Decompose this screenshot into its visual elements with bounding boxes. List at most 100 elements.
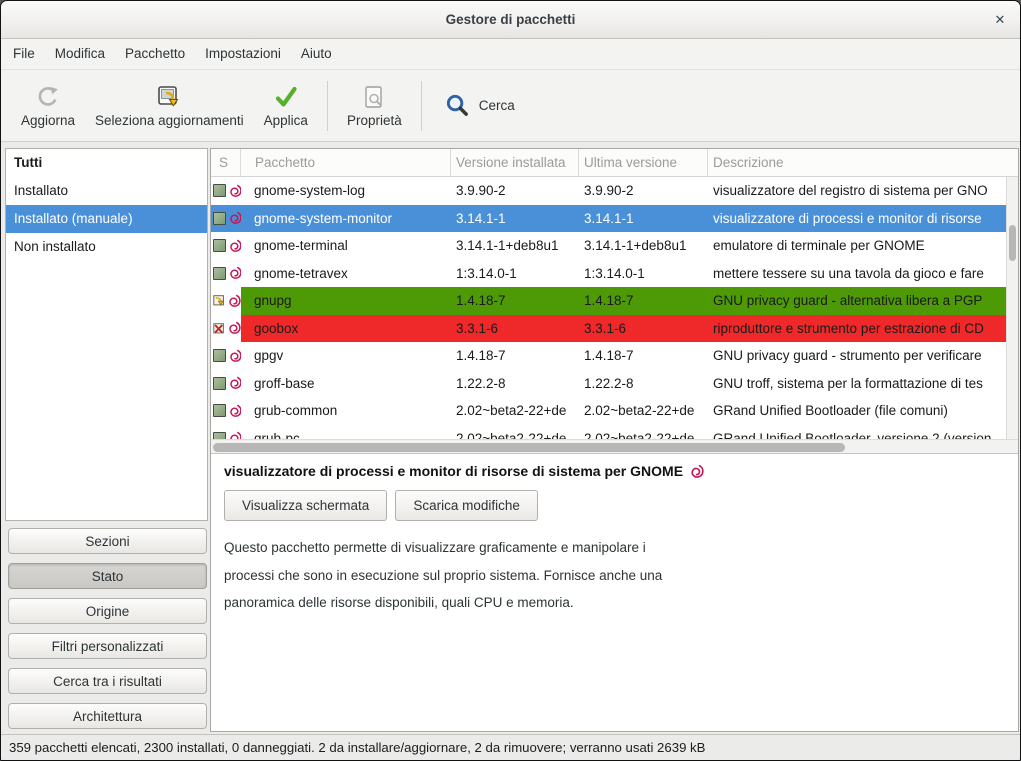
table-row[interactable]: groff-base 1.22.2-8 1.22.2-8 GNU troff, … (211, 370, 1006, 398)
latest-version-cell: 1.4.18-7 (579, 342, 708, 370)
installed-status-icon (213, 212, 226, 225)
latest-version-cell: 3.14.1-1+deb8u1 (579, 232, 708, 260)
table-row[interactable]: gnome-tetravex 1:3.14.0-1 1:3.14.0-1 met… (211, 260, 1006, 288)
status-cell (211, 370, 241, 398)
horizontal-scrollbar[interactable] (211, 439, 1018, 454)
sidebar-filter-button[interactable]: Stato (8, 563, 207, 589)
menu-item[interactable]: Impostazioni (195, 39, 291, 69)
table-body: gnome-system-log 3.9.90-2 3.9.90-2 visua… (211, 177, 1018, 439)
marked-upgrade-status-icon (213, 293, 225, 308)
table-row[interactable]: grub-common 2.02~beta2-22+de 2.02~beta2-… (211, 397, 1006, 425)
description-cell: GRand Unified Bootloader (file comuni) (708, 397, 1006, 425)
view-screenshot-button[interactable]: Visualizza schermata (224, 490, 387, 521)
sidebar-buttons: Sezioni Stato Origine Filtri personalizzati… (8, 528, 207, 738)
installed-version-cell: 3.3.1-6 (451, 315, 579, 343)
properties-icon (361, 84, 387, 110)
mark-upgrades-icon (156, 84, 182, 110)
properties-label: Proprietà (347, 113, 402, 128)
details-title-row: visualizzatore di processi e monitor di … (224, 463, 1008, 479)
details-panel: visualizzatore di processi e monitor di … (211, 454, 1018, 731)
debian-swirl-icon (228, 404, 241, 418)
sidebar-filter-button[interactable]: Cerca tra i risultati (8, 668, 207, 694)
installed-version-cell: 1.22.2-8 (451, 370, 579, 398)
latest-version-cell: 1.22.2-8 (579, 370, 708, 398)
column-header-package[interactable]: Pacchetto (241, 149, 451, 176)
menu-item[interactable]: File (3, 39, 45, 69)
installed-status-icon (213, 377, 226, 390)
description-cell: emulatore di terminale per GNOME (708, 232, 1006, 260)
filter-item[interactable]: Tutti (6, 149, 207, 177)
filter-item[interactable]: Installato (manuale) (6, 205, 207, 233)
table-row[interactable]: goobox 3.3.1-6 3.3.1-6 riproduttore e st… (211, 315, 1006, 343)
column-header-description[interactable]: Descrizione (708, 149, 1018, 176)
filter-item[interactable]: Non installato (6, 233, 207, 261)
installed-version-cell: 1:3.14.0-1 (451, 260, 579, 288)
column-header-status[interactable]: S (211, 149, 241, 176)
package-pane: S Pacchetto Versione installata Ultima v… (210, 148, 1019, 732)
status-cell (211, 205, 241, 233)
debian-swirl-icon (689, 464, 704, 479)
debian-swirl-icon (228, 266, 241, 280)
description-cell: visualizzatore del registro di sistema p… (708, 177, 1006, 205)
description-cell: GNU troff, sistema per la formattazione … (708, 370, 1006, 398)
table-row[interactable]: gnome-system-monitor 3.14.1-1 3.14.1-1 v… (211, 205, 1006, 233)
search-icon (445, 93, 470, 118)
description-cell: visualizzatore di processi e monitor di … (708, 205, 1006, 233)
toolbar: Aggiorna Seleziona aggiornamenti Applica (1, 70, 1020, 142)
latest-version-cell: 1:3.14.0-1 (579, 260, 708, 288)
download-changelog-button[interactable]: Scarica modifiche (395, 490, 538, 521)
latest-version-cell: 1.4.18-7 (579, 287, 708, 315)
apply-label: Applica (264, 113, 308, 128)
description-cell: GRand Unified Bootloader, versione 2 (ve… (708, 425, 1006, 440)
column-header-installed-version[interactable]: Versione installata (451, 149, 579, 176)
mark-all-upgrades-button[interactable]: Seleziona aggiornamenti (85, 80, 254, 132)
vertical-scrollbar[interactable] (1006, 177, 1018, 439)
status-cell (211, 315, 241, 343)
menu-item[interactable]: Modifica (45, 39, 115, 69)
latest-version-cell: 3.9.90-2 (579, 177, 708, 205)
installed-version-cell: 3.14.1-1 (451, 205, 579, 233)
sidebar-filter-button[interactable]: Origine (8, 598, 207, 624)
close-icon[interactable]: ✕ (990, 10, 1010, 30)
installed-status-icon (213, 349, 226, 362)
package-name-cell: groff-base (241, 370, 451, 398)
package-name-cell: gnome-system-log (241, 177, 451, 205)
latest-version-cell: 2.02~beta2-22+de (579, 397, 708, 425)
package-manager-window: Gestore di pacchetti ✕ FileModificaPacch… (0, 0, 1021, 761)
description-cell: GNU privacy guard - strumento per verifi… (708, 342, 1006, 370)
apply-button[interactable]: Applica (254, 80, 318, 132)
package-name-cell: gnome-system-monitor (241, 205, 451, 233)
table-row[interactable]: gnupg 1.4.18-7 1.4.18-7 GNU privacy guar… (211, 287, 1006, 315)
status-cell (211, 397, 241, 425)
mark-upgrades-label: Seleziona aggiornamenti (95, 113, 244, 128)
latest-version-cell: 3.3.1-6 (579, 315, 708, 343)
menu-item[interactable]: Aiuto (291, 39, 342, 69)
sidebar-filter-button[interactable]: Filtri personalizzati (8, 633, 207, 659)
column-header-latest-version[interactable]: Ultima versione (579, 149, 708, 176)
debian-swirl-icon (228, 239, 241, 253)
sidebar-filter-button[interactable]: Architettura (8, 703, 207, 729)
sidebar-filter-button[interactable]: Sezioni (8, 528, 207, 554)
debian-swirl-icon (228, 431, 241, 439)
search-button[interactable]: Cerca (431, 89, 529, 122)
filter-item[interactable]: Installato (6, 177, 207, 205)
debian-swirl-icon (228, 184, 241, 198)
details-description: Questo pacchetto permette di visualizzar… (224, 534, 1008, 617)
installed-version-cell: 1.4.18-7 (451, 342, 579, 370)
status-cell (211, 232, 241, 260)
menu-item[interactable]: Pacchetto (115, 39, 195, 69)
table-row[interactable]: gnome-system-log 3.9.90-2 3.9.90-2 visua… (211, 177, 1006, 205)
status-cell (211, 425, 241, 440)
table-row[interactable]: gpgv 1.4.18-7 1.4.18-7 GNU privacy guard… (211, 342, 1006, 370)
vertical-scrollbar-thumb[interactable] (1009, 225, 1016, 261)
table-header: S Pacchetto Versione installata Ultima v… (211, 149, 1018, 177)
horizontal-scrollbar-thumb[interactable] (213, 443, 845, 452)
refresh-button[interactable]: Aggiorna (11, 80, 85, 132)
table-row[interactable]: gnome-terminal 3.14.1-1+deb8u1 3.14.1-1+… (211, 232, 1006, 260)
properties-button[interactable]: Proprietà (337, 80, 412, 132)
installed-version-cell: 2.02~beta2-22+de (451, 397, 579, 425)
table-row[interactable]: grub-pc 2.02~beta2-22+de 2.02~beta2-22+d… (211, 425, 1006, 440)
installed-version-cell: 2.02~beta2-22+de (451, 425, 579, 440)
installed-version-cell: 1.4.18-7 (451, 287, 579, 315)
installed-version-cell: 3.14.1-1+deb8u1 (451, 232, 579, 260)
